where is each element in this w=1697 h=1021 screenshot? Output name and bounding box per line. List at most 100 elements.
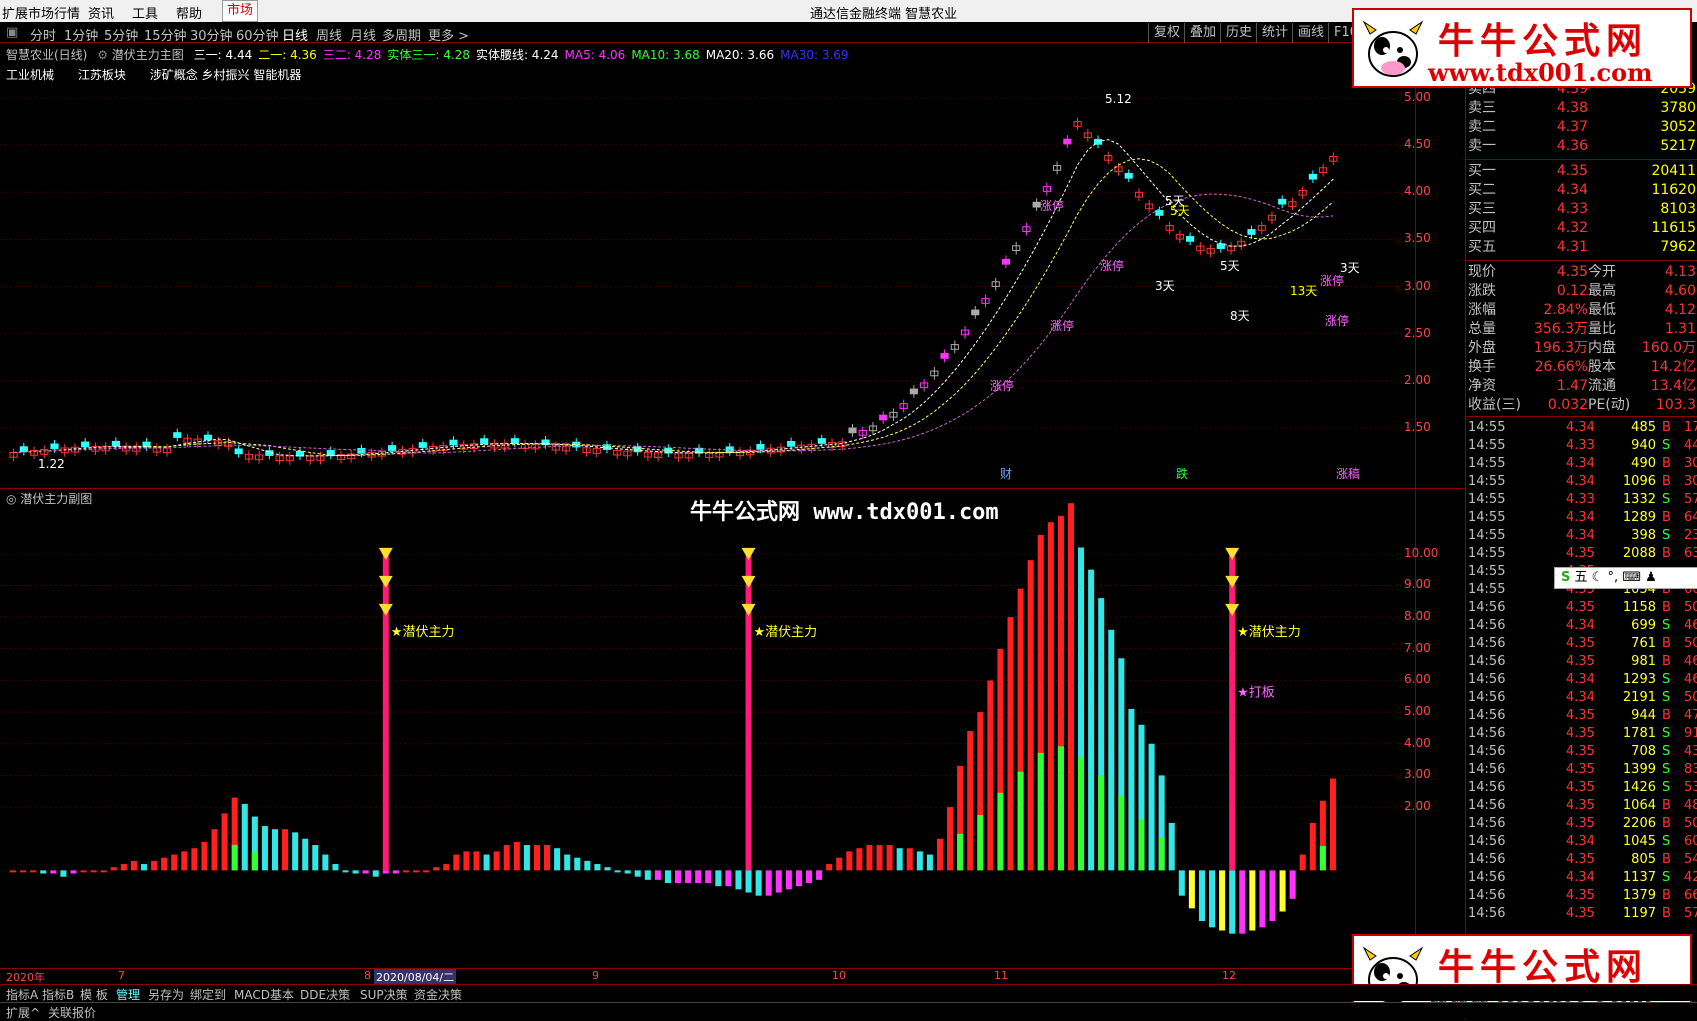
period-more[interactable]: 更多 >: [428, 25, 469, 44]
chart-marker: 涨停: [1040, 198, 1064, 213]
period-1min[interactable]: 1分钟: [64, 25, 98, 44]
tick-price: 4.35: [1566, 636, 1595, 651]
candle-body: [1247, 229, 1256, 235]
period-monthly[interactable]: 月线: [350, 25, 376, 44]
tick-volume: 1158: [1622, 600, 1656, 615]
bar-mark: [886, 845, 893, 871]
main-candlestick-chart[interactable]: 5.12 1.22 涨停涨停涨停涨停3天5天5天13天8天5天3天涨停涨停财跌涨…: [0, 80, 1465, 490]
bar-mark: [1128, 708, 1135, 871]
period-multi[interactable]: 多周期: [382, 25, 421, 44]
indicator-tab[interactable]: 资金决策: [414, 986, 462, 1003]
tick-row: 14:55 4.34 490 B 30: [1466, 455, 1697, 473]
toggle-panel-icon[interactable]: ▣: [6, 25, 18, 40]
tick-count: 91: [1684, 726, 1697, 741]
period-60min[interactable]: 60分钟: [236, 25, 279, 44]
indicator-value: 三二: 4.28: [322, 48, 382, 62]
tick-count: 60: [1684, 834, 1697, 849]
indicator-tab[interactable]: 指标A: [6, 986, 38, 1003]
menu-help[interactable]: 帮助: [176, 3, 202, 22]
bar-mark: [795, 870, 802, 887]
related-quote-button[interactable]: 关联报价: [48, 1004, 96, 1021]
bar-mark: [685, 870, 692, 884]
period-toolbar: ▣ 分时 1分钟 5分钟 15分钟 30分钟 60分钟 日线 周线 月线 多周期…: [0, 23, 1430, 44]
tick-row: 14:56 4.35 1158 B 50: [1466, 599, 1697, 617]
menu-news[interactable]: 资讯: [88, 3, 114, 22]
bar-mark: [271, 829, 279, 871]
candle-body: [817, 438, 826, 444]
main-indicator-name[interactable]: 潜伏主力主图: [112, 48, 184, 62]
tick-price: 4.35: [1566, 546, 1595, 561]
candle-body: [50, 443, 59, 450]
bar-mark: [261, 826, 268, 871]
period-intraday[interactable]: 分时: [30, 25, 56, 44]
level-volume: 11615: [1651, 220, 1696, 236]
tick-price: 4.34: [1566, 690, 1595, 705]
indicator-tab[interactable]: DDE决策: [300, 986, 350, 1003]
tick-count: 50: [1684, 816, 1697, 831]
indicator-tab[interactable]: 指标B: [42, 986, 74, 1003]
draw-line-button[interactable]: 画线: [1292, 23, 1329, 43]
bar-mark: [967, 731, 974, 871]
candle-body: [848, 427, 857, 434]
bar-mark: [292, 832, 299, 871]
indicator-tab[interactable]: SUP决策: [360, 986, 408, 1003]
period-5min[interactable]: 5分钟: [104, 25, 138, 44]
bar-mark: [1047, 522, 1054, 871]
bar-mark: [463, 851, 470, 871]
tick-time: 14:55: [1468, 474, 1506, 489]
x-tick-label: 8: [364, 969, 371, 982]
candle-body: [1155, 210, 1164, 216]
period-15min[interactable]: 15分钟: [144, 25, 187, 44]
tick-volume: 805: [1631, 852, 1656, 867]
menu-extended-market[interactable]: 扩展市场行情: [2, 3, 80, 22]
candle-body: [388, 445, 397, 451]
bar-mark: [1148, 743, 1155, 871]
sell-level: 卖二 4.37 3052: [1466, 118, 1697, 136]
market-tab[interactable]: 市场: [222, 0, 258, 22]
level-volume: 11620: [1651, 182, 1696, 198]
indicator-tab[interactable]: MACD基本: [234, 986, 294, 1003]
y-tick-label: 7.00: [1404, 640, 1431, 655]
bar-mark: [342, 870, 349, 873]
annotation-label: ★打板: [1237, 685, 1275, 700]
tick-volume: 940: [1631, 438, 1656, 453]
stats-button[interactable]: 统计: [1256, 23, 1293, 43]
sub-bar-chart[interactable]: ★潜伏主力 ★潜伏主力 ★潜伏主力 ★打板: [0, 500, 1465, 960]
period-30min[interactable]: 30分钟: [190, 25, 233, 44]
tick-time: 14:56: [1468, 852, 1506, 867]
quote-row: 总量 356.3万 量比 1.31: [1466, 320, 1697, 338]
tick-price: 4.34: [1566, 618, 1595, 633]
ime-toolbar[interactable]: S 五 ☾ °, ⌨ ♟: [1554, 567, 1697, 589]
tick-direction: B: [1662, 906, 1671, 921]
period-daily[interactable]: 日线: [282, 25, 308, 44]
tick-price: 4.35: [1566, 798, 1595, 813]
indicator-tab[interactable]: 另存为: [148, 986, 184, 1003]
chart-event-marker: 财: [1000, 467, 1012, 481]
tick-count: 66: [1684, 888, 1697, 903]
restore-rights-button[interactable]: 复权: [1148, 23, 1185, 43]
bar-mark: [70, 870, 77, 874]
expand-button[interactable]: 扩展^: [6, 1004, 40, 1021]
bar-mark-green: [1078, 757, 1085, 871]
history-button[interactable]: 历史: [1220, 23, 1257, 43]
bar-mark: [30, 870, 37, 873]
tick-time: 14:55: [1468, 510, 1506, 525]
indicator-tab[interactable]: 管理: [116, 986, 140, 1003]
tick-time: 14:56: [1468, 654, 1506, 669]
bar-mark: [1088, 569, 1095, 871]
tick-direction: B: [1662, 546, 1671, 561]
quote-key: 流通: [1588, 378, 1616, 394]
indicator-tab[interactable]: 绑定到: [190, 986, 226, 1003]
menu-tools[interactable]: 工具: [132, 3, 158, 22]
candle-body: [480, 438, 489, 444]
y-tick-label: 5.00: [1404, 704, 1431, 719]
period-weekly[interactable]: 周线: [316, 25, 342, 44]
tick-price: 4.35: [1566, 726, 1595, 741]
settings-icon[interactable]: ⚙: [97, 48, 108, 62]
tick-row: 14:55 4.33 1332 S 57: [1466, 491, 1697, 509]
tick-count: 42: [1684, 870, 1697, 885]
tick-direction: B: [1662, 798, 1671, 813]
bar-mark: [654, 870, 661, 880]
indicator-tab[interactable]: 模 板: [80, 986, 108, 1003]
overlay-button[interactable]: 叠加: [1184, 23, 1221, 43]
